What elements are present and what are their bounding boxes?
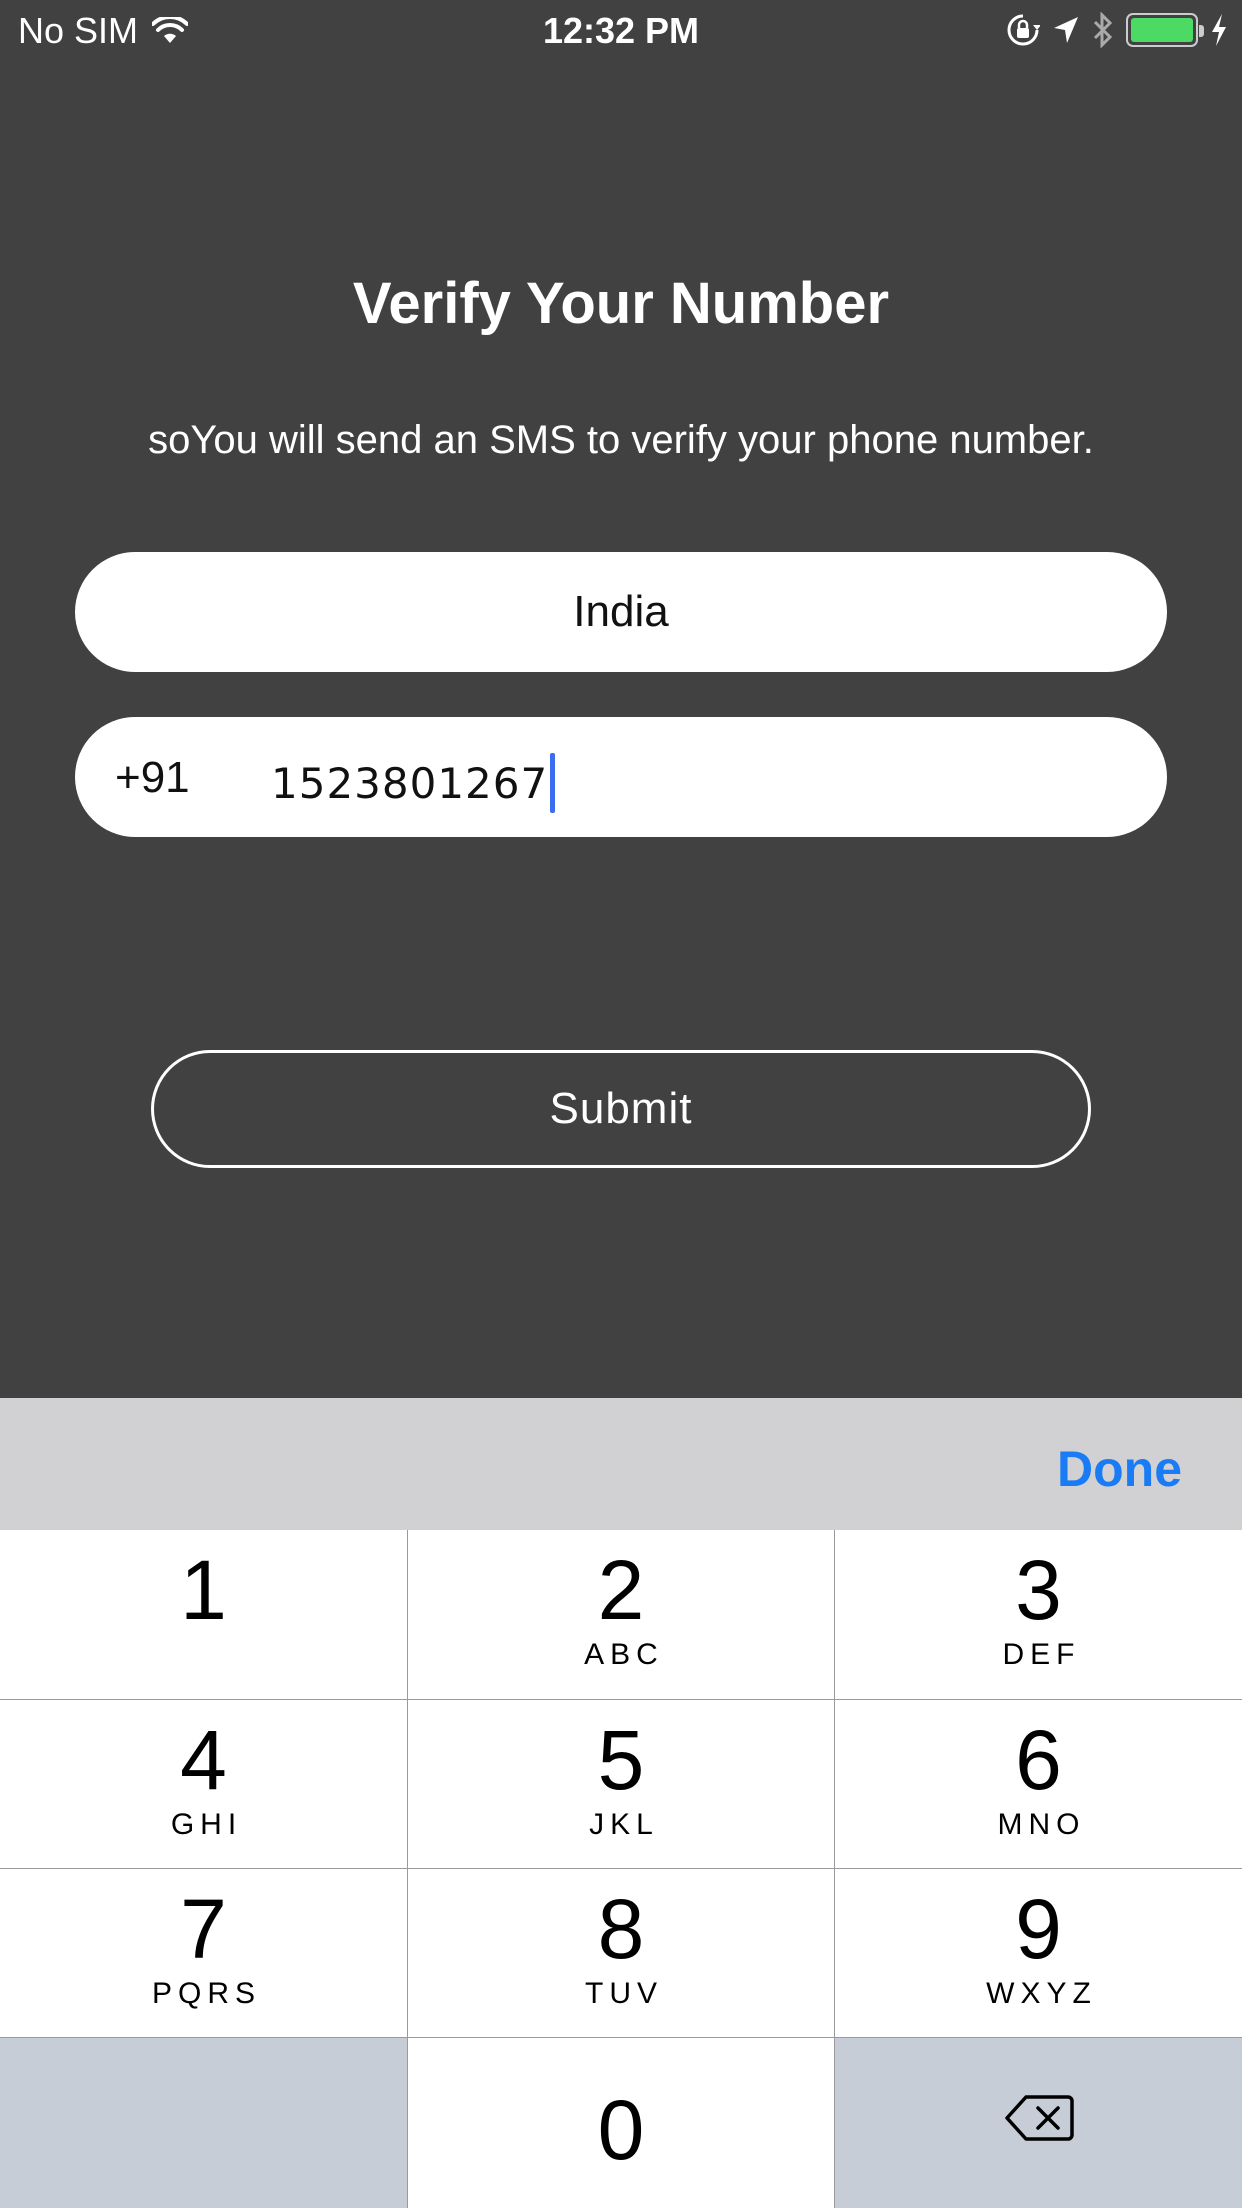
page-title: Verify Your Number — [352, 271, 890, 336]
phone-number-value: 1523801267 — [271, 758, 549, 808]
key-letters: MNO — [997, 1808, 1086, 1841]
submit-button[interactable]: Submit — [151, 1050, 1091, 1168]
key-digit: 2 — [597, 1543, 645, 1637]
key-letters: TUV — [585, 1977, 663, 2010]
key-7[interactable]: 7 PQRS — [0, 1869, 408, 2038]
key-letters: WXYZ — [986, 1977, 1097, 2010]
key-6[interactable]: 6 MNO — [835, 1700, 1242, 1869]
charging-bolt-icon — [1212, 14, 1226, 46]
key-digit: 8 — [597, 1882, 645, 1976]
key-0[interactable]: 0 — [408, 2038, 835, 2208]
key-digit: 9 — [1015, 1882, 1062, 1976]
key-letters: ABC — [584, 1638, 664, 1671]
page-subtitle: soYou will send an SMS to verify your ph… — [148, 418, 1094, 462]
key-letters: JKL — [589, 1808, 659, 1841]
key-3[interactable]: 3 DEF — [835, 1530, 1242, 1700]
key-letters: GHI — [170, 1808, 243, 1841]
country-field[interactable]: India — [75, 552, 1167, 672]
phone-number-field[interactable]: +91 1523801267 — [75, 717, 1167, 837]
key-digit: 4 — [180, 1713, 227, 1807]
key-letters: DEF — [1002, 1638, 1081, 1671]
orientation-lock-icon — [1007, 14, 1040, 46]
battery-fill — [1131, 18, 1193, 42]
numeric-keypad: 1 2 ABC 3 DEF 4 GHI 5 JKL 6 MNO 7 PQRS 8… — [0, 1530, 1242, 2208]
key-blank — [0, 2038, 408, 2208]
key-letters: PQRS — [151, 1977, 262, 2010]
status-right — [1006, 12, 1228, 48]
phone-number-input[interactable]: 1523801267 — [271, 753, 556, 813]
battery-icon — [1126, 13, 1204, 47]
done-button[interactable]: Done — [1057, 1440, 1182, 1498]
backspace-icon — [1004, 2095, 1074, 2141]
text-caret — [550, 753, 556, 813]
country-value: India — [573, 587, 669, 636]
key-4[interactable]: 4 GHI — [0, 1700, 408, 1869]
key-digit: 1 — [180, 1543, 227, 1637]
key-5[interactable]: 5 JKL — [408, 1700, 835, 1869]
key-digit: 0 — [597, 2083, 645, 2177]
key-9[interactable]: 9 WXYZ — [835, 1869, 1242, 2038]
location-arrow-icon — [1054, 17, 1078, 43]
dial-code[interactable]: +91 — [115, 753, 190, 803]
key-2[interactable]: 2 ABC — [408, 1530, 835, 1700]
key-digit: 5 — [597, 1713, 645, 1807]
key-1[interactable]: 1 — [0, 1530, 408, 1700]
key-8[interactable]: 8 TUV — [408, 1869, 835, 2038]
key-digit: 3 — [1015, 1543, 1062, 1637]
key-digit: 6 — [1015, 1713, 1062, 1807]
keyboard-toolbar: Done — [0, 1398, 1242, 1530]
backspace-key[interactable] — [835, 2038, 1242, 2208]
key-digit: 7 — [180, 1882, 227, 1976]
status-bar: No SIM 12:32 PM — [0, 0, 1242, 60]
bluetooth-icon — [1093, 12, 1113, 48]
